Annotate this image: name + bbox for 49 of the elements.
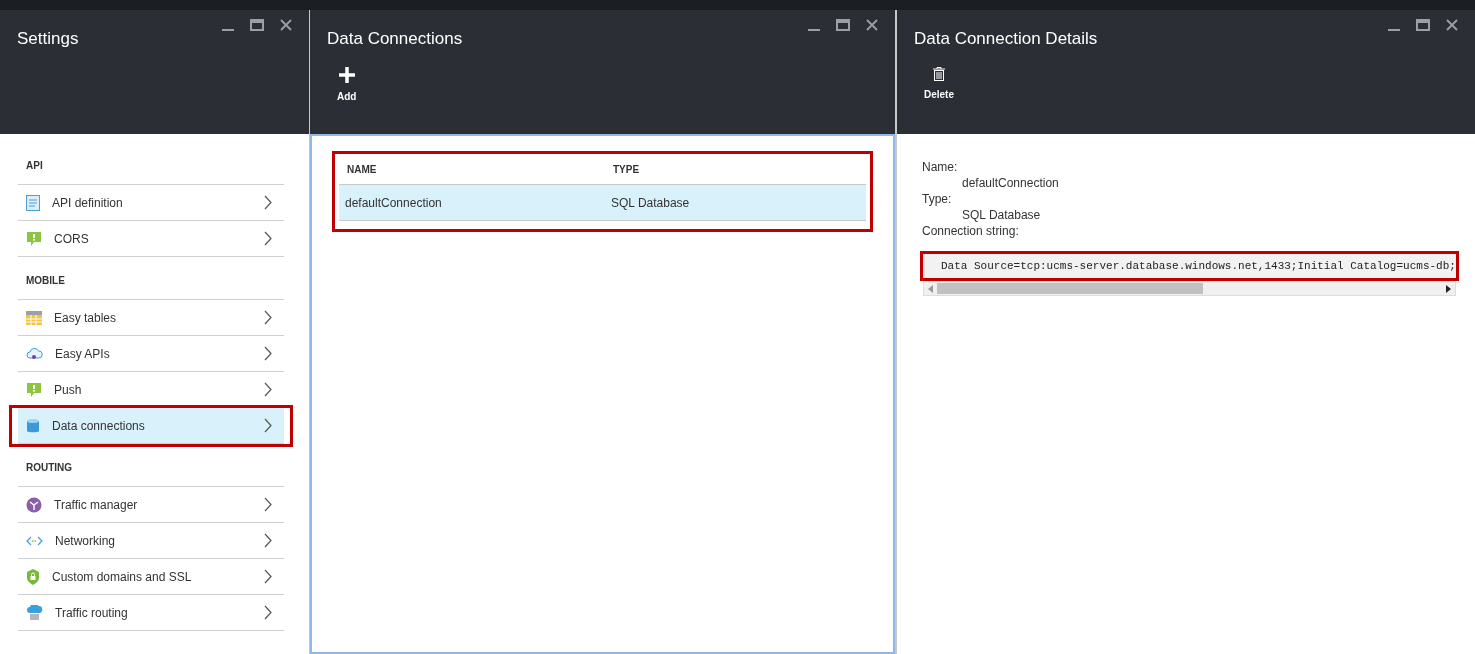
- chevron-right-icon: [264, 346, 272, 361]
- chevron-right-icon: [264, 231, 272, 246]
- scroll-right-icon[interactable]: [1446, 284, 1451, 293]
- horizontal-scrollbar[interactable]: [923, 281, 1456, 296]
- chevron-right-icon: [264, 605, 272, 620]
- delete-button[interactable]: Delete: [920, 67, 958, 102]
- table-icon: [26, 310, 42, 325]
- trash-icon: [933, 67, 945, 81]
- blade-title: Data Connection Details: [914, 28, 1098, 50]
- connection-string-field[interactable]: Data Source=tcp:ucms-server.database.windows.net,1433;Initial Catalog=ucms-db;: [923, 254, 1456, 278]
- field-value: defaultConnection: [961, 175, 1060, 191]
- network-icon: [26, 535, 43, 546]
- alert-icon: [26, 230, 42, 247]
- chevron-right-icon: [264, 195, 272, 210]
- close-icon[interactable]: [1446, 19, 1458, 31]
- close-icon[interactable]: [280, 19, 292, 31]
- section-heading: MOBILE: [25, 274, 66, 288]
- table-cell-text: SQL Database: [611, 194, 691, 212]
- plus-icon: [338, 67, 355, 83]
- section-heading: API: [25, 159, 44, 173]
- shield-icon: [26, 568, 40, 585]
- settings-menu-item[interactable]: Data connections: [18, 408, 284, 444]
- column-header: TYPE: [613, 162, 641, 177]
- cloud-icon: [26, 346, 43, 361]
- field-label: Name:: [922, 159, 959, 175]
- maximize-icon[interactable]: [836, 19, 850, 31]
- close-icon[interactable]: [866, 19, 878, 31]
- table-cell-text: defaultConnection: [345, 194, 443, 212]
- field-label: Type:: [922, 191, 953, 207]
- blade-title: Settings: [17, 28, 79, 50]
- chevron-right-icon: [264, 497, 272, 512]
- blade-title: Data Connections: [327, 28, 463, 50]
- alert-icon: [26, 381, 42, 398]
- chevron-right-icon: [264, 382, 272, 397]
- field-value: SQL Database: [961, 207, 1042, 223]
- database-icon: [26, 417, 40, 434]
- section-heading: ROUTING: [25, 461, 74, 475]
- maximize-icon[interactable]: [1416, 19, 1430, 31]
- field-label: Connection string:: [922, 223, 1020, 239]
- chevron-right-icon: [264, 310, 272, 325]
- chevron-right-icon: [264, 533, 272, 548]
- document-icon: [26, 194, 40, 211]
- add-button[interactable]: Add: [333, 67, 361, 104]
- cloud-server-icon: [26, 604, 43, 621]
- column-header: NAME: [347, 162, 378, 177]
- maximize-icon[interactable]: [250, 19, 264, 31]
- chevron-right-icon: [264, 569, 272, 584]
- table-row[interactable]: defaultConnection SQL Database: [339, 185, 866, 221]
- chevron-right-icon: [264, 418, 272, 433]
